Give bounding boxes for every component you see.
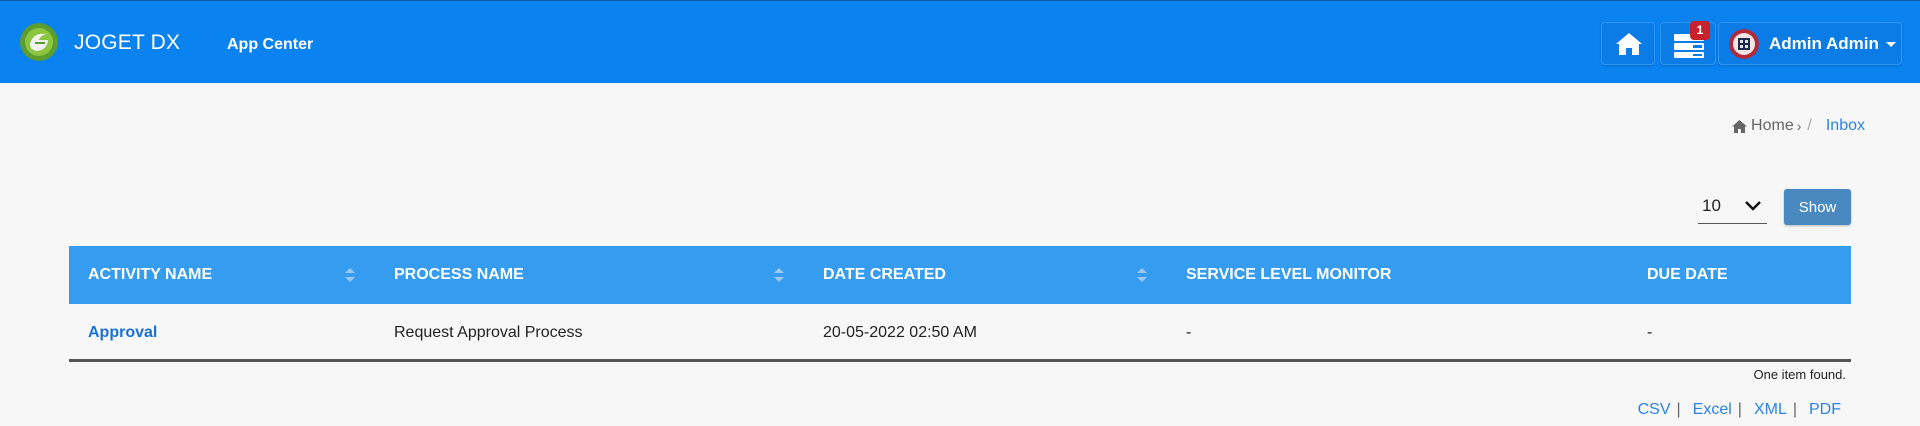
- export-pdf-link[interactable]: PDF: [1809, 401, 1841, 419]
- brand-name[interactable]: JOGET DX: [74, 31, 180, 55]
- joget-logo-icon[interactable]: [19, 22, 59, 62]
- sort-icon[interactable]: [774, 268, 784, 282]
- column-header-activity-name[interactable]: ACTIVITY NAME: [88, 246, 212, 304]
- column-header-due-date: DUE DATE: [1647, 266, 1728, 283]
- export-divider: |: [1737, 401, 1742, 418]
- breadcrumb-home-label: Home: [1751, 117, 1794, 134]
- breadcrumb: Home › / Inbox: [1732, 117, 1865, 135]
- activity-name-link[interactable]: Approval: [88, 304, 157, 362]
- page-size-select[interactable]: 10: [1698, 189, 1767, 224]
- due-date-cell: -: [1647, 324, 1653, 341]
- chevron-down-icon: [1745, 201, 1761, 211]
- breadcrumb-separator: /: [1807, 117, 1812, 134]
- column-header-date-created[interactable]: DATE CREATED: [823, 246, 946, 304]
- user-avatar-icon: [1729, 29, 1759, 59]
- export-divider: |: [1792, 401, 1797, 418]
- home-icon: [1616, 33, 1642, 55]
- breadcrumb-home[interactable]: Home ›: [1732, 117, 1801, 135]
- service-level-monitor-cell: -: [1186, 324, 1192, 341]
- column-header-service-level-monitor: SERVICE LEVEL MONITOR: [1186, 266, 1392, 283]
- sort-icon[interactable]: [345, 268, 355, 282]
- user-name: Admin Admin: [1769, 34, 1879, 53]
- process-name-cell: Request Approval Process: [394, 324, 583, 341]
- export-divider: |: [1676, 401, 1681, 418]
- inbox-table: ACTIVITY NAME PROCESS NAME DATE CREATED …: [69, 246, 1851, 382]
- breadcrumb-current: Inbox: [1825, 117, 1865, 134]
- column-header-process-name[interactable]: PROCESS NAME: [394, 246, 524, 304]
- table-header: ACTIVITY NAME PROCESS NAME DATE CREATED …: [69, 246, 1851, 304]
- top-navbar: JOGET DX App Center 1 Admin Admin: [0, 0, 1920, 83]
- result-count: One item found.: [1753, 367, 1847, 382]
- inbox-button[interactable]: 1: [1660, 21, 1716, 65]
- table-row[interactable]: Approval Request Approval Process 20-05-…: [69, 304, 1851, 362]
- show-button[interactable]: Show: [1784, 189, 1851, 225]
- page-size-value: 10: [1702, 196, 1721, 215]
- inbox-count-badge: 1: [1690, 21, 1710, 40]
- export-excel-link[interactable]: Excel: [1693, 401, 1732, 419]
- export-csv-link[interactable]: CSV: [1638, 401, 1671, 419]
- home-button[interactable]: [1601, 22, 1655, 65]
- chevron-right-icon: ›: [1796, 118, 1802, 134]
- app-center-link[interactable]: App Center: [227, 36, 313, 54]
- sort-icon[interactable]: [1137, 268, 1147, 282]
- home-icon: [1732, 119, 1748, 133]
- user-menu-button[interactable]: Admin Admin: [1718, 22, 1902, 65]
- caret-down-icon: [1886, 42, 1896, 47]
- export-links: CSV | Excel | XML | PDF: [1638, 401, 1841, 419]
- export-xml-link[interactable]: XML: [1754, 401, 1787, 419]
- date-created-cell: 20-05-2022 02:50 AM: [823, 324, 977, 341]
